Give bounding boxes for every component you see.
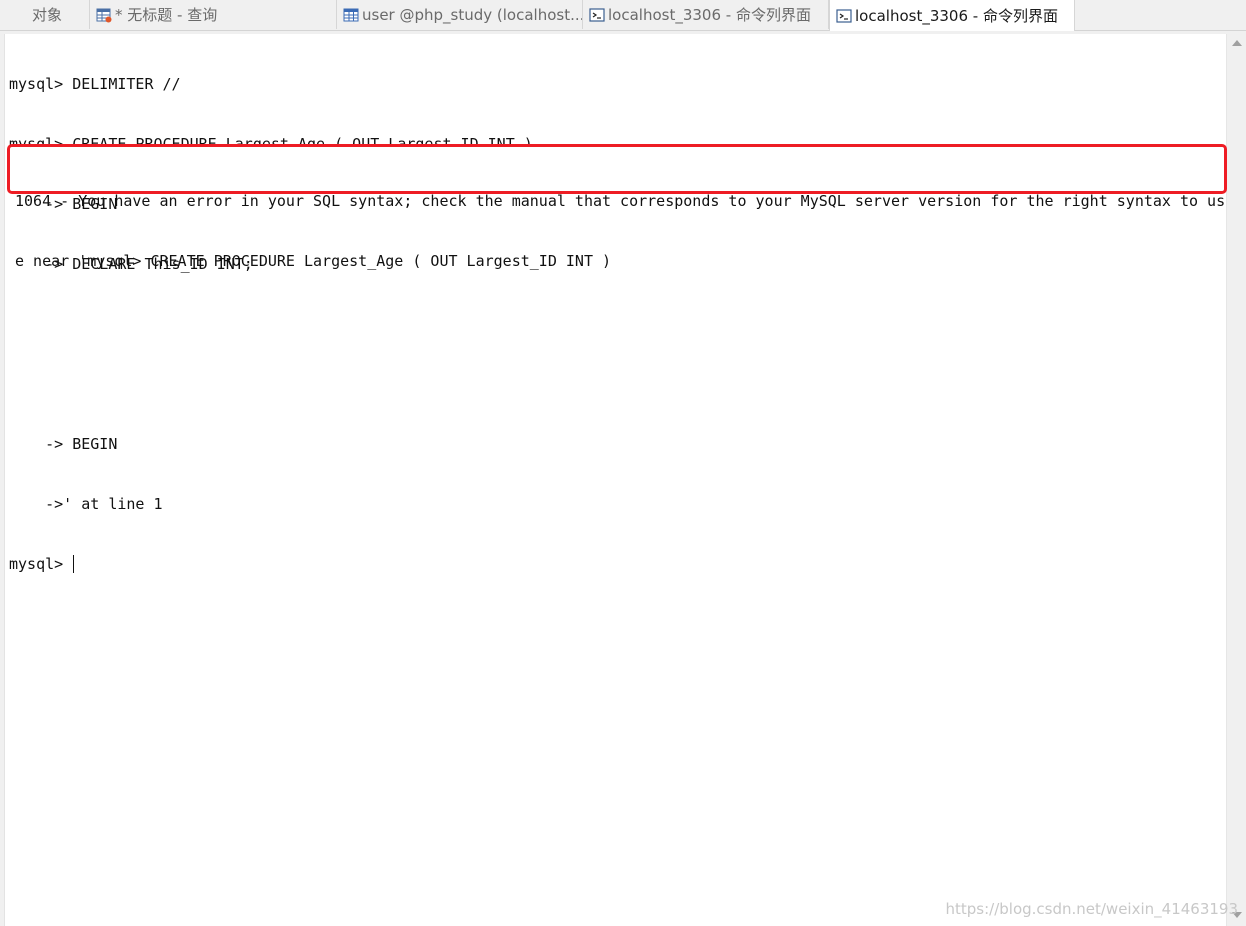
error-message: 1064 - You have an error in your SQL syn… <box>15 151 1225 311</box>
tab-user-table-label: user @php_study (localhost... <box>362 5 582 24</box>
console-line: mysql> DELIMITER // <box>9 75 181 93</box>
tab-bar: 对象 * 无标题 - 查询 user @php_study (localhost… <box>0 0 1246 31</box>
query-table-icon <box>96 7 112 23</box>
watermark: https://blog.csdn.net/weixin_41463193 <box>945 900 1238 918</box>
tab-untitled-query-label: * 无标题 - 查询 <box>115 6 218 24</box>
tab-objects-label: 对象 <box>32 6 63 24</box>
tab-console-1[interactable]: localhost_3306 - 命令列界面 <box>583 0 829 29</box>
console-prompt-line[interactable]: mysql> <box>9 554 533 574</box>
tab-console-2-label: localhost_3306 - 命令列界面 <box>855 7 1058 25</box>
console-prompt: mysql> <box>9 555 73 573</box>
tab-objects[interactable]: 对象 <box>0 0 90 29</box>
console-line-hidden <box>9 314 533 334</box>
error-highlight-box: 1064 - You have an error in your SQL syn… <box>7 144 1227 270</box>
table-grid-icon <box>343 7 359 23</box>
tab-console-2-active[interactable]: localhost_3306 - 命令列界面 <box>829 0 1075 31</box>
navicat-window: 对象 * 无标题 - 查询 user @php_study (localhost… <box>0 0 1246 926</box>
scroll-up-arrow-icon[interactable] <box>1232 40 1242 46</box>
console-line: ->' at line 1 <box>9 495 163 513</box>
console-output[interactable]: mysql> DELIMITER // mysql> CREATE PROCED… <box>4 34 1227 926</box>
console-icon <box>836 8 852 24</box>
tab-untitled-query[interactable]: * 无标题 - 查询 <box>90 0 337 29</box>
tab-user-table[interactable]: user @php_study (localhost... <box>337 0 583 29</box>
tab-console-1-label: localhost_3306 - 命令列界面 <box>608 6 811 24</box>
text-cursor <box>73 555 75 573</box>
console-lines: mysql> DELIMITER // mysql> CREATE PROCED… <box>9 34 533 614</box>
error-line: 1064 - You have an error in your SQL syn… <box>15 192 1226 210</box>
console-icon <box>589 7 605 23</box>
console-line: -> BEGIN <box>9 435 118 453</box>
vertical-scrollbar[interactable] <box>1226 34 1246 926</box>
error-line: e near 'mysql> CREATE PROCEDURE Largest_… <box>15 252 612 270</box>
console-line-hidden <box>9 374 533 394</box>
